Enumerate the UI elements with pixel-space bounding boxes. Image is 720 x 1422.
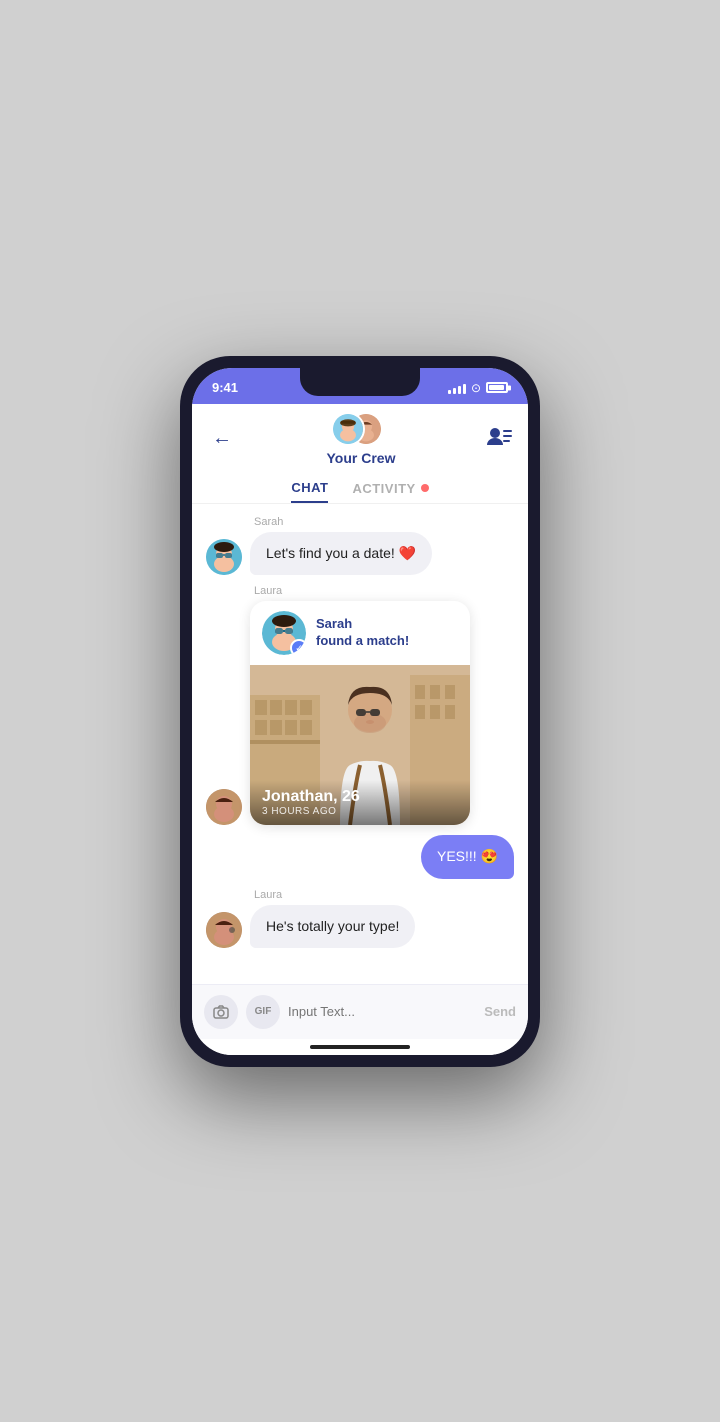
header-top: ←: [208, 412, 512, 466]
crew-avatar-1: [331, 412, 365, 446]
message-group-3: YES!!! 😍: [206, 835, 514, 879]
wifi-icon: ⊙: [471, 381, 481, 395]
back-button[interactable]: ←: [208, 423, 236, 454]
match-person-name: Jonathan, 26: [262, 788, 458, 806]
sarah-avatar: [206, 539, 242, 575]
phone-frame: 9:41 ⊙ ←: [180, 356, 540, 1067]
match-card: ✓ Sarah found a match!: [250, 601, 470, 825]
gif-button[interactable]: GIF: [246, 995, 280, 1029]
laura-avatar-2: [206, 912, 242, 948]
chat-area: Sarah Let's f: [192, 504, 528, 984]
text-input[interactable]: [288, 1004, 476, 1019]
message-row-1: Let's find you a date! ❤️: [206, 532, 514, 576]
match-text: Sarah found a match!: [316, 616, 409, 650]
home-bar: [310, 1045, 410, 1049]
bubble-sent-1: YES!!! 😍: [421, 835, 514, 879]
sender-name-sarah: Sarah: [254, 516, 514, 528]
message-group-1: Sarah Let's f: [206, 516, 514, 576]
tab-chat[interactable]: CHAT: [291, 480, 328, 503]
match-photo: Jonathan, 26 3 HOURS AGO: [250, 665, 470, 825]
tabs: CHAT ACTIVITY: [208, 472, 512, 503]
sender-name-laura-2: Laura: [254, 889, 514, 901]
home-indicator: [192, 1039, 528, 1055]
phone-screen: 9:41 ⊙ ←: [192, 368, 528, 1055]
activity-dot: [421, 484, 429, 492]
status-icons: ⊙: [448, 381, 508, 395]
signal-icon: [448, 382, 466, 394]
match-card-avatar: ✓: [262, 611, 306, 655]
sender-name-laura-1: Laura: [254, 585, 514, 597]
message-group-2: Laura: [206, 585, 514, 825]
crew-avatars: [331, 412, 391, 448]
battery-icon: [486, 382, 508, 393]
notch: [300, 368, 420, 396]
message-row-sent: YES!!! 😍: [206, 835, 514, 879]
contact-list-icon[interactable]: [486, 425, 512, 452]
bubble-laura-2: He's totally your type!: [250, 905, 415, 949]
app-header: ←: [192, 404, 528, 504]
crew-name: Your Crew: [327, 450, 396, 466]
send-button[interactable]: Send: [484, 1004, 516, 1019]
match-card-header: ✓ Sarah found a match!: [250, 601, 470, 665]
status-time: 9:41: [212, 380, 238, 395]
laura-avatar-1: [206, 789, 242, 825]
crew-info: Your Crew: [327, 412, 396, 466]
tab-activity[interactable]: ACTIVITY: [352, 480, 428, 503]
match-info-overlay: Jonathan, 26 3 HOURS AGO: [250, 780, 470, 825]
message-row-4: He's totally your type!: [206, 905, 514, 949]
match-time-ago: 3 HOURS AGO: [262, 806, 458, 817]
bubble-sarah-1: Let's find you a date! ❤️: [250, 532, 432, 576]
camera-button[interactable]: [204, 995, 238, 1029]
message-row-2: ✓ Sarah found a match!: [206, 601, 514, 825]
input-bar: GIF Send: [192, 984, 528, 1039]
message-group-4: Laura He's totally your type!: [206, 889, 514, 949]
match-verified-icon: ✓: [290, 639, 306, 655]
